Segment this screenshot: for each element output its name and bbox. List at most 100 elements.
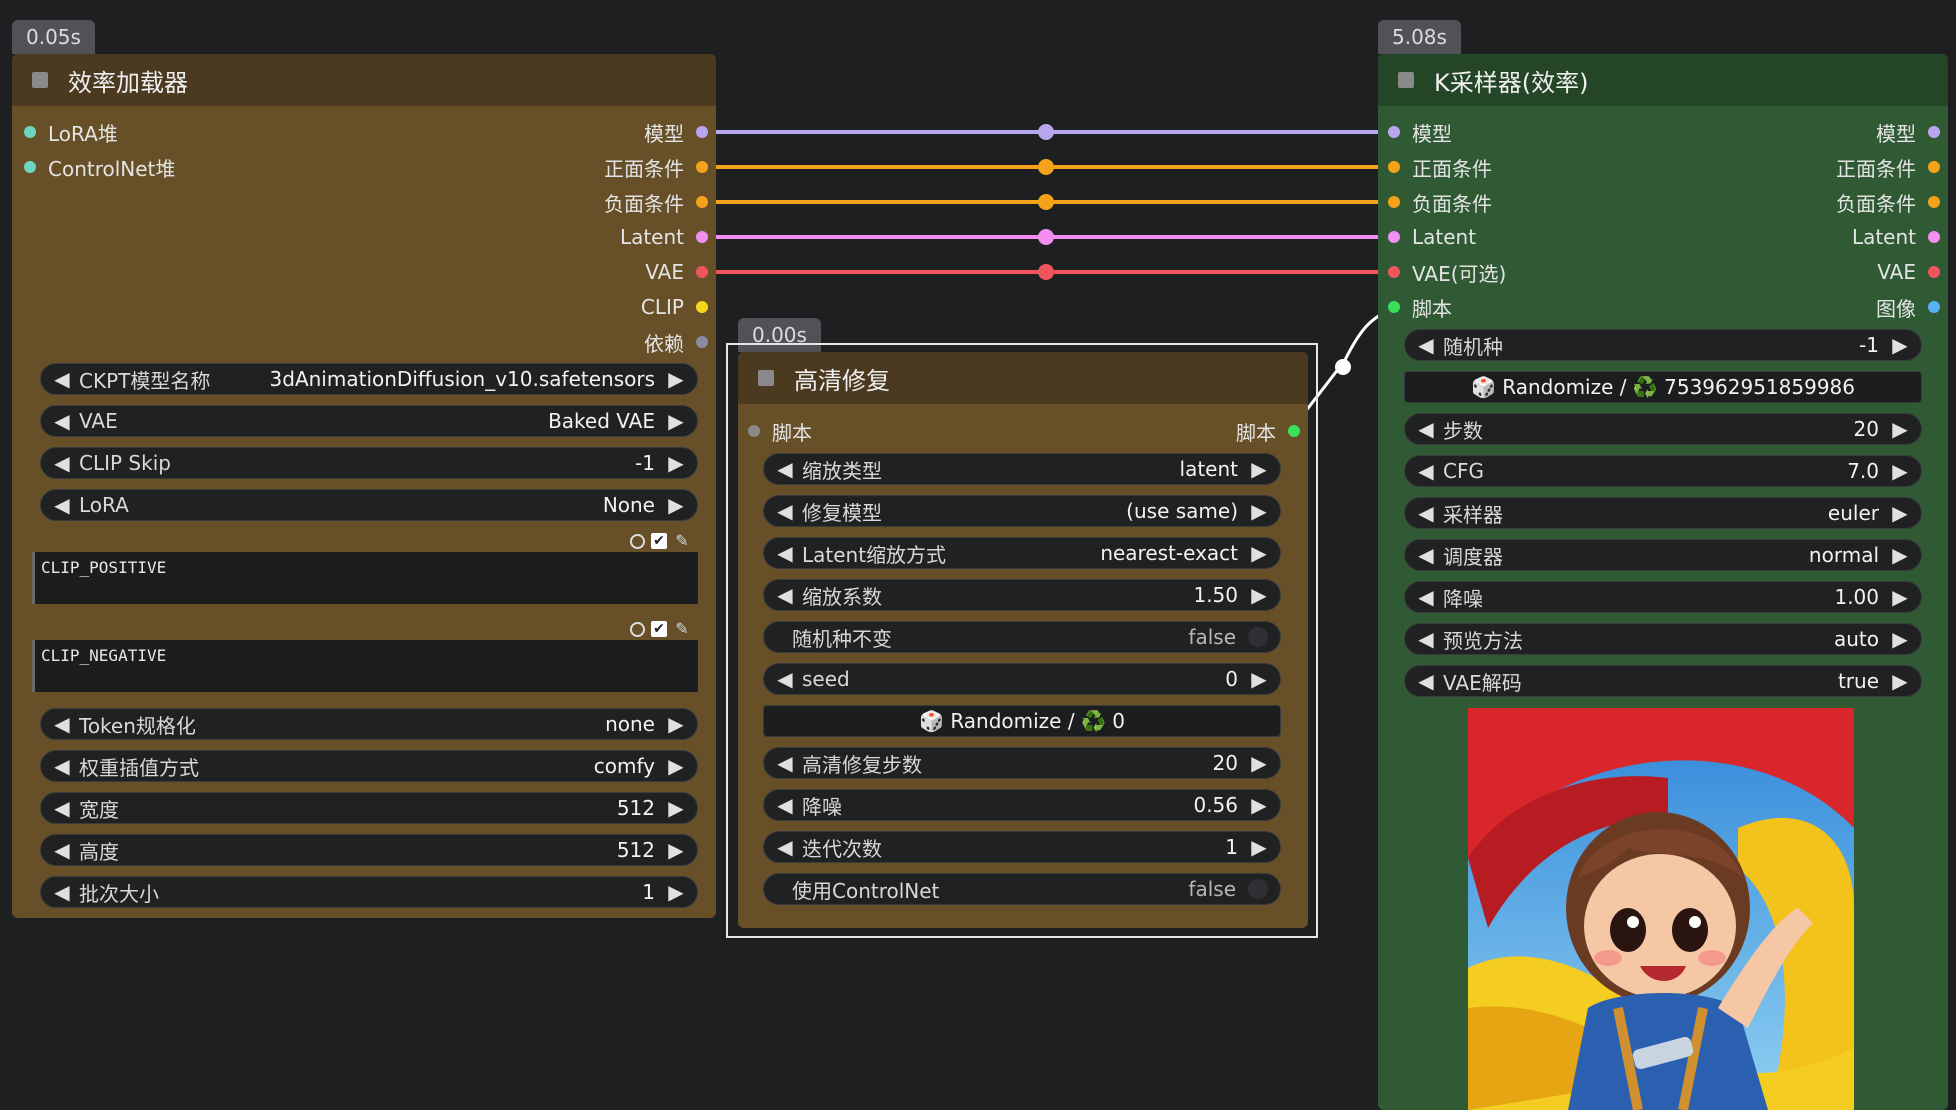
batch-size-widget[interactable]: ◀ 批次大小 1 ▶	[40, 876, 698, 908]
decrement-arrow-icon[interactable]: ◀	[1415, 417, 1437, 441]
ckpt-name-widget[interactable]: ◀ CKPT模型名称 3dAnimationDiffusion_v10.safe…	[40, 363, 698, 395]
increment-arrow-icon[interactable]: ▶	[1889, 669, 1911, 693]
toggle-knob-icon[interactable]	[1248, 627, 1268, 647]
decrement-arrow-icon[interactable]: ◀	[1415, 585, 1437, 609]
output-image[interactable]: 图像	[1876, 292, 1940, 322]
increment-arrow-icon[interactable]: ▶	[1889, 627, 1911, 651]
decrement-arrow-icon[interactable]: ◀	[774, 457, 796, 481]
input-lora-stack[interactable]: LoRA堆	[24, 117, 118, 147]
toggle-knob-icon[interactable]	[1248, 879, 1268, 899]
increment-arrow-icon[interactable]: ▶	[665, 712, 687, 736]
decrement-arrow-icon[interactable]: ◀	[774, 793, 796, 817]
image-tool-icon[interactable]: ✎	[673, 620, 691, 638]
decrement-arrow-icon[interactable]: ◀	[51, 838, 73, 862]
upscale-type-widget[interactable]: ◀ 缩放类型 latent ▶	[763, 453, 1281, 485]
decrement-arrow-icon[interactable]: ◀	[774, 541, 796, 565]
output-latent[interactable]: Latent	[620, 222, 708, 252]
input-script[interactable]: 脚本	[1388, 292, 1452, 322]
decrement-arrow-icon[interactable]: ◀	[51, 409, 73, 433]
latent-upscale-method-widget[interactable]: ◀ Latent缩放方式 nearest-exact ▶	[763, 537, 1281, 569]
lora-name-widget[interactable]: ◀ LoRA None ▶	[40, 489, 698, 521]
decrement-arrow-icon[interactable]: ◀	[51, 367, 73, 391]
seed-widget[interactable]: ◀ 随机种 -1 ▶	[1404, 329, 1922, 361]
steps-widget[interactable]: ◀ 步数 20 ▶	[1404, 413, 1922, 445]
increment-arrow-icon[interactable]: ▶	[1248, 541, 1270, 565]
hires-denoise-widget[interactable]: ◀ 降噪 0.56 ▶	[763, 789, 1281, 821]
decrement-arrow-icon[interactable]: ◀	[51, 796, 73, 820]
seed-widget[interactable]: ◀ seed 0 ▶	[763, 663, 1281, 695]
loader-title-bar[interactable]: 效率加载器	[12, 54, 716, 106]
iterations-widget[interactable]: ◀ 迭代次数 1 ▶	[763, 831, 1281, 863]
increment-arrow-icon[interactable]: ▶	[1248, 835, 1270, 859]
decrement-arrow-icon[interactable]: ◀	[774, 499, 796, 523]
hires-fix-node[interactable]: 高清修复 脚本 脚本 ◀ 缩放类型 latent ▶ ◀ 修复模型 (use s…	[738, 352, 1308, 928]
output-clip[interactable]: CLIP	[641, 292, 708, 322]
output-model[interactable]: 模型	[644, 117, 708, 147]
clip-skip-widget[interactable]: ◀ CLIP Skip -1 ▶	[40, 447, 698, 479]
decrement-arrow-icon[interactable]: ◀	[774, 751, 796, 775]
output-script[interactable]: 脚本	[1236, 416, 1300, 446]
token-normalization-widget[interactable]: ◀ Token规格化 none ▶	[40, 708, 698, 740]
increment-arrow-icon[interactable]: ▶	[1248, 499, 1270, 523]
increment-arrow-icon[interactable]: ▶	[665, 796, 687, 820]
output-negative[interactable]: 负面条件	[604, 187, 708, 217]
increment-arrow-icon[interactable]: ▶	[665, 451, 687, 475]
increment-arrow-icon[interactable]: ▶	[665, 493, 687, 517]
output-vae[interactable]: VAE	[1877, 257, 1940, 287]
sampler-widget[interactable]: ◀ 采样器 euler ▶	[1404, 497, 1922, 529]
decrement-arrow-icon[interactable]: ◀	[1415, 627, 1437, 651]
positive-prompt-textarea[interactable]: CLIP_POSITIVE	[32, 552, 698, 604]
increment-arrow-icon[interactable]: ▶	[1889, 333, 1911, 357]
node-graph-canvas[interactable]: 0.05s 效率加载器 LoRA堆 ControlNet堆 模型 正面条件 负面…	[0, 0, 1956, 1110]
hires-title-bar[interactable]: 高清修复	[738, 352, 1308, 404]
collapse-toggle-icon[interactable]	[1398, 72, 1414, 88]
negative-prompt-textarea[interactable]: CLIP_NEGATIVE	[32, 640, 698, 692]
increment-arrow-icon[interactable]: ▶	[1889, 417, 1911, 441]
checkbox-icon[interactable]: ✔	[651, 533, 667, 549]
decrement-arrow-icon[interactable]: ◀	[1415, 669, 1437, 693]
upscale-factor-widget[interactable]: ◀ 缩放系数 1.50 ▶	[763, 579, 1281, 611]
decrement-arrow-icon[interactable]: ◀	[1415, 459, 1437, 483]
input-latent[interactable]: Latent	[1388, 222, 1476, 252]
output-latent[interactable]: Latent	[1852, 222, 1940, 252]
collapse-toggle-icon[interactable]	[758, 370, 774, 386]
increment-arrow-icon[interactable]: ▶	[1248, 583, 1270, 607]
width-widget[interactable]: ◀ 宽度 512 ▶	[40, 792, 698, 824]
use-controlnet-toggle[interactable]: 使用ControlNet false	[763, 873, 1281, 905]
increment-arrow-icon[interactable]: ▶	[1889, 543, 1911, 567]
increment-arrow-icon[interactable]: ▶	[1248, 751, 1270, 775]
decrement-arrow-icon[interactable]: ◀	[774, 667, 796, 691]
height-widget[interactable]: ◀ 高度 512 ▶	[40, 834, 698, 866]
increment-arrow-icon[interactable]: ▶	[1248, 457, 1270, 481]
output-model[interactable]: 模型	[1876, 117, 1940, 147]
randomize-seed-button[interactable]: 🎲 Randomize / ♻️ 0	[763, 705, 1281, 737]
collapse-toggle-icon[interactable]	[32, 72, 48, 88]
output-positive[interactable]: 正面条件	[1836, 152, 1940, 182]
checkbox-icon[interactable]: ✔	[651, 621, 667, 637]
ksampler-title-bar[interactable]: K采样器(效率)	[1378, 54, 1948, 106]
decrement-arrow-icon[interactable]: ◀	[1415, 333, 1437, 357]
output-positive[interactable]: 正面条件	[604, 152, 708, 182]
increment-arrow-icon[interactable]: ▶	[665, 838, 687, 862]
output-preview-image[interactable]	[1468, 708, 1854, 1110]
decrement-arrow-icon[interactable]: ◀	[51, 712, 73, 736]
increment-arrow-icon[interactable]: ▶	[665, 409, 687, 433]
input-model[interactable]: 模型	[1388, 117, 1452, 147]
decrement-arrow-icon[interactable]: ◀	[1415, 543, 1437, 567]
increment-arrow-icon[interactable]: ▶	[1248, 667, 1270, 691]
increment-arrow-icon[interactable]: ▶	[665, 754, 687, 778]
cfg-widget[interactable]: ◀ CFG 7.0 ▶	[1404, 455, 1922, 487]
vae-name-widget[interactable]: ◀ VAE Baked VAE ▶	[40, 405, 698, 437]
decrement-arrow-icon[interactable]: ◀	[774, 835, 796, 859]
randomize-seed-button[interactable]: 🎲 Randomize / ♻️ 753962951859986	[1404, 371, 1922, 403]
input-positive[interactable]: 正面条件	[1388, 152, 1492, 182]
increment-arrow-icon[interactable]: ▶	[1889, 459, 1911, 483]
input-controlnet-stack[interactable]: ControlNet堆	[24, 152, 175, 182]
decrement-arrow-icon[interactable]: ◀	[51, 754, 73, 778]
decrement-arrow-icon[interactable]: ◀	[51, 880, 73, 904]
ksampler-efficient-node[interactable]: K采样器(效率) 模型 正面条件 负面条件 Latent VAE(可选) 脚本	[1378, 54, 1948, 1110]
output-depends[interactable]: 依赖	[644, 327, 708, 357]
scheduler-widget[interactable]: ◀ 调度器 normal ▶	[1404, 539, 1922, 571]
decrement-arrow-icon[interactable]: ◀	[774, 583, 796, 607]
decrement-arrow-icon[interactable]: ◀	[51, 451, 73, 475]
